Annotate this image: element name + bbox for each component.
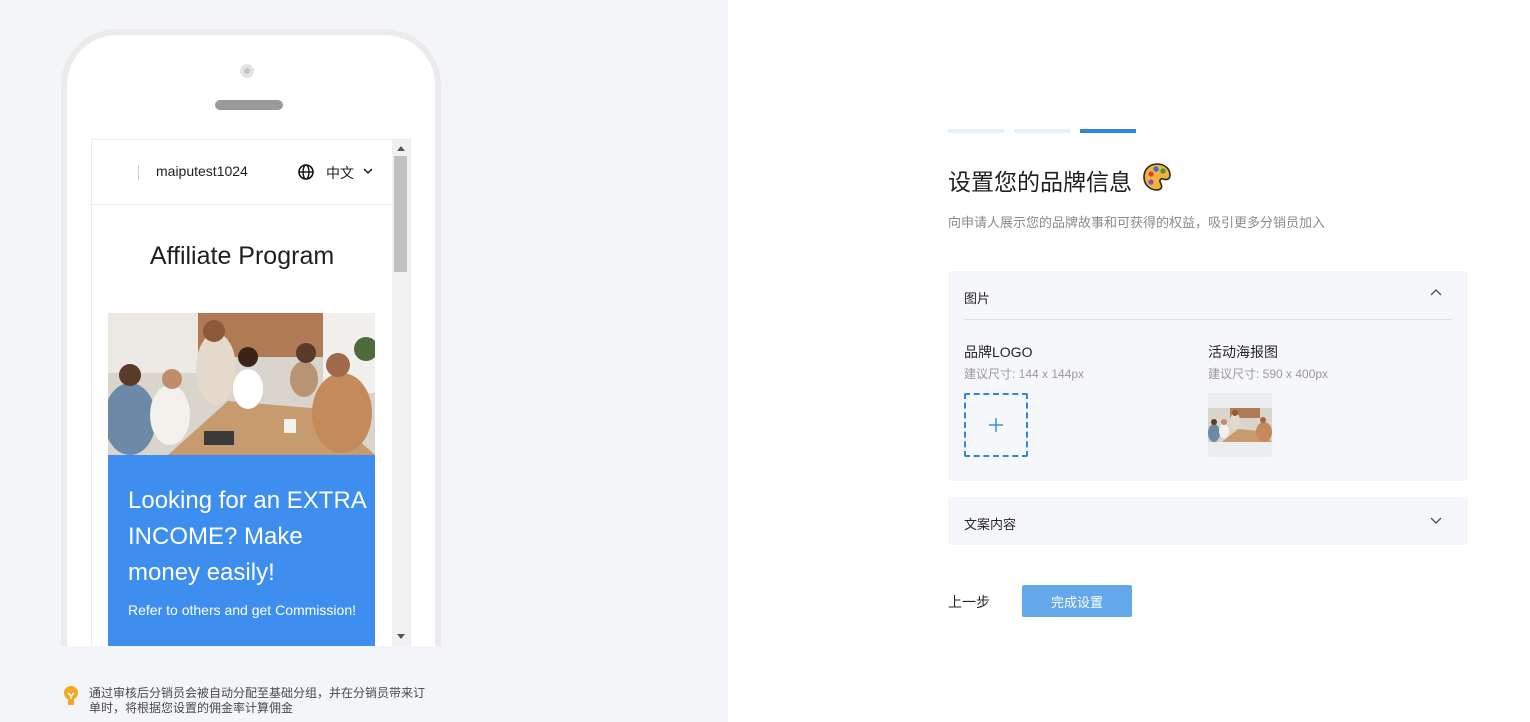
- images-panel-title[interactable]: 图片: [964, 288, 990, 307]
- hero-image: [108, 313, 375, 455]
- chevron-up-icon[interactable]: [1430, 289, 1442, 297]
- scroll-down-arrow-icon[interactable]: [397, 634, 405, 639]
- preview-footer: 通过审核后分销员会被自动分配至基础分组，并在分销员带来订单时，将根据您设置的佣金…: [0, 646, 728, 722]
- plus-icon: [989, 418, 1003, 432]
- palette-icon: [1143, 163, 1171, 191]
- poster-hint: 建议尺寸: 590 x 400px: [1208, 367, 1329, 381]
- hero-subtext: Refer to others and get Commission!: [128, 602, 356, 618]
- step-indicator: [948, 129, 1148, 134]
- brand-logo-hint: 建议尺寸: 144 x 144px: [964, 367, 1085, 381]
- lightbulb-icon: [64, 686, 78, 705]
- step-1: [948, 129, 1004, 133]
- globe-icon[interactable]: [298, 164, 314, 180]
- phone-screen: maiputest1024 中文 Affiliate Program Looki…: [91, 139, 411, 654]
- copy-content-panel[interactable]: 文案内容: [948, 497, 1468, 545]
- chevron-down-icon[interactable]: [363, 167, 373, 175]
- phone-frame: maiputest1024 中文 Affiliate Program Looki…: [61, 29, 441, 675]
- language-selector[interactable]: 中文: [326, 163, 354, 183]
- previous-step-button[interactable]: 上一步: [948, 592, 990, 612]
- header-divider: [138, 165, 139, 180]
- finish-setup-button[interactable]: 完成设置: [1022, 585, 1132, 617]
- phone-speaker: [215, 100, 283, 110]
- poster-thumbnail[interactable]: [1208, 393, 1272, 457]
- scroll-thumb[interactable]: [394, 156, 407, 272]
- page-title: 设置您的品牌信息: [948, 169, 1132, 195]
- copy-panel-title[interactable]: 文案内容: [964, 514, 1016, 533]
- chevron-down-icon[interactable]: [1430, 516, 1442, 524]
- store-name: maiputest1024: [156, 163, 248, 179]
- program-title: Affiliate Program: [149, 242, 335, 270]
- step-3: [1080, 129, 1136, 133]
- step-2: [1014, 129, 1070, 133]
- brand-logo-upload-button[interactable]: [964, 393, 1028, 457]
- images-panel: 图片 品牌LOGO 建议尺寸: 144 x 144px 活动海报图 建议尺寸: …: [948, 271, 1468, 481]
- preview-header: maiputest1024 中文: [92, 140, 392, 205]
- poster-label: 活动海报图: [1208, 344, 1278, 360]
- scroll-up-arrow-icon[interactable]: [397, 146, 405, 151]
- brand-logo-label: 品牌LOGO: [964, 344, 1033, 360]
- hero-card: Looking for an EXTRA INCOME? Make money …: [108, 455, 375, 654]
- hero-headline: Looking for an EXTRA INCOME? Make money …: [128, 487, 366, 586]
- phone-camera: [240, 64, 254, 78]
- panel-divider: [964, 319, 1452, 320]
- preview-panel: maiputest1024 中文 Affiliate Program Looki…: [0, 0, 728, 722]
- setup-panel: 设置您的品牌信息 向申请人展示您的品牌故事和可获得的权益，吸引更多分销员加入 图…: [728, 0, 1530, 722]
- footer-note: 通过审核后分销员会被自动分配至基础分组，并在分销员带来订单时，将根据您设置的佣金…: [89, 686, 426, 715]
- page-subtitle: 向申请人展示您的品牌故事和可获得的权益，吸引更多分销员加入: [948, 215, 1326, 230]
- preview-scrollbar[interactable]: [392, 140, 410, 654]
